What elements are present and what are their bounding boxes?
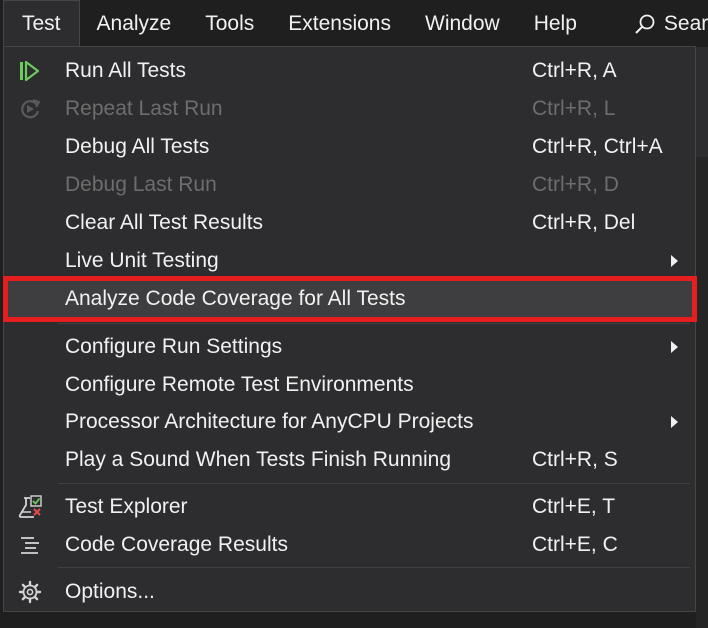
menu-item-shortcut: Ctrl+E, T — [532, 495, 616, 518]
menu-item-shortcut: Ctrl+R, Del — [532, 211, 636, 234]
menu-item-configure-remote-test-environments[interactable]: Configure Remote Test Environments — [4, 366, 695, 404]
menu-separator — [58, 483, 690, 484]
menu-item-live-unit-testing[interactable]: Live Unit Testing — [4, 242, 695, 280]
menu-item-label: Processor Architecture for AnyCPU Projec… — [65, 410, 474, 433]
menu-item-processor-architecture[interactable]: Processor Architecture for AnyCPU Projec… — [4, 403, 695, 441]
menubar-extensions-label: Extensions — [288, 11, 391, 35]
menu-item-test-explorer[interactable]: Test Explorer Ctrl+E, T — [4, 488, 695, 526]
menu-item-shortcut: Ctrl+R, S — [532, 448, 618, 471]
ide-window: Test Analyze Tools Extensions Window Hel… — [0, 0, 708, 628]
menu-item-clear-all-test-results[interactable]: Clear All Test Results Ctrl+R, Del — [4, 204, 695, 242]
menu-item-label: Test Explorer — [65, 495, 188, 518]
menubar-window-label: Window — [425, 11, 500, 35]
menubar-extensions[interactable]: Extensions — [271, 0, 408, 47]
menu-item-label: Code Coverage Results — [65, 533, 288, 556]
menubar-test-label: Test — [22, 12, 61, 35]
menu-item-code-coverage-results[interactable]: Code Coverage Results Ctrl+E, C — [4, 526, 695, 564]
menu-item-shortcut: Ctrl+R, L — [532, 97, 616, 120]
menu-item-shortcut: Ctrl+R, D — [532, 173, 619, 196]
submenu-arrow-icon — [671, 416, 678, 428]
menubar-help[interactable]: Help — [517, 0, 594, 47]
menu-item-debug-last-run[interactable]: Debug Last Run Ctrl+R, D — [4, 166, 695, 204]
gear-icon — [17, 579, 43, 605]
menu-item-label: Run All Tests — [65, 59, 187, 82]
search-label: Searc — [663, 11, 708, 35]
menubar-help-label: Help — [533, 11, 577, 35]
menubar-tools-label: Tools — [205, 11, 255, 35]
menu-item-analyze-code-coverage[interactable]: Analyze Code Coverage for All Tests — [3, 276, 697, 322]
submenu-arrow-icon — [671, 255, 678, 267]
background-editor — [696, 157, 708, 628]
menu-item-play-sound[interactable]: Play a Sound When Tests Finish Running C… — [4, 441, 695, 479]
test-explorer-icon — [17, 494, 43, 520]
menu-separator — [58, 567, 690, 568]
run-all-tests-icon — [17, 58, 43, 84]
menu-item-shortcut: Ctrl+R, Ctrl+A — [532, 135, 663, 158]
menu-item-shortcut: Ctrl+E, C — [532, 533, 618, 556]
menu-item-label: Options... — [65, 580, 155, 603]
search-box[interactable]: Searc — [620, 0, 708, 47]
menu-item-label: Live Unit Testing — [65, 249, 219, 272]
menu-bar: Test Analyze Tools Extensions Window Hel… — [0, 0, 708, 47]
test-menu-dropdown: Run All Tests Ctrl+R, A Repeat Last Run … — [3, 46, 697, 612]
menu-item-configure-run-settings[interactable]: Configure Run Settings — [4, 328, 695, 366]
menu-item-run-all-tests[interactable]: Run All Tests Ctrl+R, A — [4, 52, 695, 90]
menu-item-options[interactable]: Options... — [4, 573, 695, 611]
menu-item-repeat-last-run[interactable]: Repeat Last Run Ctrl+R, L — [4, 90, 695, 128]
menubar-test[interactable]: Test — [3, 0, 80, 47]
menu-item-label: Analyze Code Coverage for All Tests — [65, 287, 406, 310]
menubar-tools[interactable]: Tools — [188, 0, 271, 47]
menu-item-shortcut: Ctrl+R, A — [532, 59, 617, 82]
code-coverage-results-icon — [17, 532, 43, 558]
menu-item-label: Debug All Tests — [65, 135, 210, 158]
menu-item-debug-all-tests[interactable]: Debug All Tests Ctrl+R, Ctrl+A — [4, 128, 695, 166]
menubar-window[interactable]: Window — [408, 0, 517, 47]
menu-item-label: Configure Remote Test Environments — [65, 373, 414, 396]
menu-item-label: Debug Last Run — [65, 173, 217, 196]
menubar-analyze-label: Analyze — [96, 11, 172, 35]
repeat-last-run-icon — [17, 96, 43, 122]
search-icon — [634, 13, 656, 35]
menu-item-label: Play a Sound When Tests Finish Running — [65, 448, 451, 471]
menu-separator — [58, 323, 690, 324]
menubar-analyze[interactable]: Analyze — [80, 0, 189, 47]
menu-item-label: Repeat Last Run — [65, 97, 223, 120]
background-toolbar — [696, 47, 708, 157]
submenu-arrow-icon — [671, 341, 678, 353]
menu-item-label: Clear All Test Results — [65, 211, 264, 234]
menu-item-label: Configure Run Settings — [65, 335, 283, 358]
